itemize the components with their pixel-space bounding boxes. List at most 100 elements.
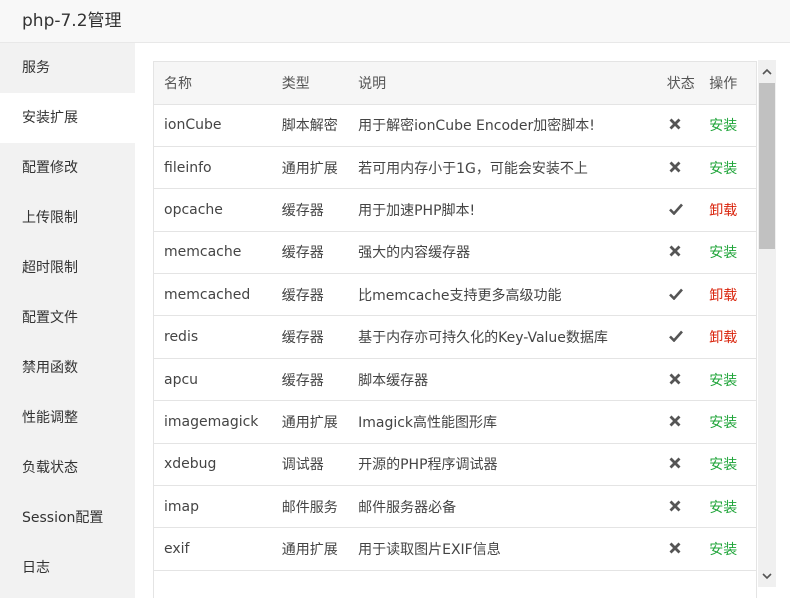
extension-type: 脚本解密 <box>271 104 349 147</box>
extension-name: imap <box>154 485 272 529</box>
cross-icon <box>669 498 681 516</box>
sidebar-item-5[interactable]: 配置文件 <box>0 293 135 343</box>
status-cell <box>656 146 700 190</box>
extension-type: 调试器 <box>271 443 349 487</box>
sidebar: 服务 安装扩展 配置修改 上传限制 超时限制 配置文件 禁用函数 性能调整 负载状态 Sessio… <box>0 43 135 598</box>
vertical-scrollbar[interactable] <box>758 60 776 587</box>
action-cell: 安装 <box>699 443 756 487</box>
table-row: memcache 缓存器 强大的内容缓存器 安装 <box>154 231 756 275</box>
window-title: php-7.2管理 <box>22 11 122 31</box>
sidebar-item-3[interactable]: 上传限制 <box>0 193 135 243</box>
table-row: fileinfo 通用扩展 若可用内存小于1G，可能会安装不上 安装 <box>154 146 756 190</box>
sidebar-item-0[interactable]: 服务 <box>0 43 135 93</box>
check-icon <box>668 286 683 304</box>
extension-name: fileinfo <box>154 146 272 190</box>
status-cell <box>656 358 700 402</box>
header-action: 操作 <box>699 62 756 105</box>
extension-name: exif <box>154 527 272 571</box>
cross-icon <box>669 455 681 473</box>
extension-description: Imagick高性能图形库 <box>348 400 657 444</box>
status-cell <box>656 485 700 529</box>
extension-description: 若可用内存小于1G，可能会安装不上 <box>348 146 657 190</box>
cross-icon <box>669 540 681 558</box>
status-cell <box>656 188 700 232</box>
sidebar-item-7[interactable]: 性能调整 <box>0 393 135 443</box>
extension-type: 通用扩展 <box>271 400 349 444</box>
install-link[interactable]: 安装 <box>709 500 737 516</box>
extension-description: 用于解密ionCube Encoder加密脚本! <box>348 104 657 147</box>
status-cell <box>656 273 700 317</box>
extension-name: imagemagick <box>154 400 272 444</box>
table-row: apcu 缓存器 脚本缓存器 安装 <box>154 358 756 402</box>
sidebar-item-6[interactable]: 禁用函数 <box>0 343 135 393</box>
status-cell <box>656 315 700 359</box>
install-link[interactable]: 安装 <box>709 415 737 431</box>
uninstall-link[interactable]: 卸载 <box>709 288 737 304</box>
table-row: opcache 缓存器 用于加速PHP脚本! 卸载 <box>154 188 756 232</box>
action-cell: 安装 <box>699 400 756 444</box>
extension-name: ionCube <box>154 104 272 147</box>
cross-icon <box>669 413 681 431</box>
extension-type: 通用扩展 <box>271 527 349 571</box>
sidebar-item-2[interactable]: 配置修改 <box>0 143 135 193</box>
extension-name: xdebug <box>154 443 272 487</box>
extension-description: 邮件服务器必备 <box>348 485 657 529</box>
sidebar-item-1[interactable]: 安装扩展 <box>0 93 135 143</box>
table-row: xdebug 调试器 开源的PHP程序调试器 安装 <box>154 443 756 487</box>
extension-name: redis <box>154 315 272 359</box>
cross-icon <box>669 159 681 177</box>
extension-description: 比memcache支持更多高级功能 <box>348 273 657 317</box>
install-link[interactable]: 安装 <box>709 542 737 558</box>
install-link[interactable]: 安装 <box>709 118 737 134</box>
sidebar-item-10[interactable]: 日志 <box>0 543 135 593</box>
action-cell: 安装 <box>699 231 756 275</box>
install-link[interactable]: 安装 <box>709 245 737 261</box>
extension-name: memcached <box>154 273 272 317</box>
extension-description: 用于加速PHP脚本! <box>348 188 657 232</box>
chevron-up-icon[interactable] <box>758 60 776 82</box>
action-cell: 安装 <box>699 146 756 190</box>
extension-description: 脚本缓存器 <box>348 358 657 402</box>
sidebar-item-9[interactable]: Session配置 <box>0 493 135 543</box>
table-row: imap 邮件服务 邮件服务器必备 安装 <box>154 485 756 529</box>
scrollbar-thumb[interactable] <box>759 83 775 249</box>
header-description: 说明 <box>348 62 657 105</box>
window-titlebar: php-7.2管理 <box>0 0 790 43</box>
extension-type: 邮件服务 <box>271 485 349 529</box>
sidebar-item-8[interactable]: 负载状态 <box>0 443 135 493</box>
action-cell: 卸载 <box>699 273 756 317</box>
action-cell: 安装 <box>699 527 756 571</box>
extension-name: apcu <box>154 358 272 402</box>
extension-type: 缓存器 <box>271 273 349 317</box>
action-cell: 安装 <box>699 104 756 147</box>
extension-type: 缓存器 <box>271 188 349 232</box>
check-icon <box>668 201 683 219</box>
install-link[interactable]: 安装 <box>709 161 737 177</box>
action-cell: 安装 <box>699 485 756 529</box>
extension-type: 缓存器 <box>271 358 349 402</box>
main-content: 名称 类型 说明 状态 操作 ionCube 脚本解密 用于解密ionCube En… <box>135 43 790 598</box>
sidebar-item-4[interactable]: 超时限制 <box>0 243 135 293</box>
action-cell: 安装 <box>699 358 756 402</box>
table-row: exif 通用扩展 用于读取图片EXIF信息 安装 <box>154 527 756 571</box>
install-link[interactable]: 安装 <box>709 373 737 389</box>
extension-description: 用于读取图片EXIF信息 <box>348 527 657 571</box>
status-cell <box>656 231 700 275</box>
status-cell <box>656 527 700 571</box>
table-row: imagemagick 通用扩展 Imagick高性能图形库 安装 <box>154 400 756 444</box>
extension-description: 基于内存亦可持久化的Key-Value数据库 <box>348 315 657 359</box>
chevron-down-icon[interactable] <box>758 565 776 587</box>
action-cell: 卸载 <box>699 188 756 232</box>
status-cell <box>656 443 700 487</box>
table-row: memcached 缓存器 比memcache支持更多高级功能 卸载 <box>154 273 756 317</box>
uninstall-link[interactable]: 卸载 <box>709 330 737 346</box>
install-link[interactable]: 安装 <box>709 457 737 473</box>
extensions-table: 名称 类型 说明 状态 操作 ionCube 脚本解密 用于解密ionCube En… <box>154 62 756 571</box>
header-status: 状态 <box>656 62 700 105</box>
extension-description: 强大的内容缓存器 <box>348 231 657 275</box>
cross-icon <box>669 116 681 134</box>
cross-icon <box>669 243 681 261</box>
uninstall-link[interactable]: 卸载 <box>709 203 737 219</box>
extensions-table-container: 名称 类型 说明 状态 操作 ionCube 脚本解密 用于解密ionCube En… <box>153 61 757 598</box>
extension-type: 通用扩展 <box>271 146 349 190</box>
